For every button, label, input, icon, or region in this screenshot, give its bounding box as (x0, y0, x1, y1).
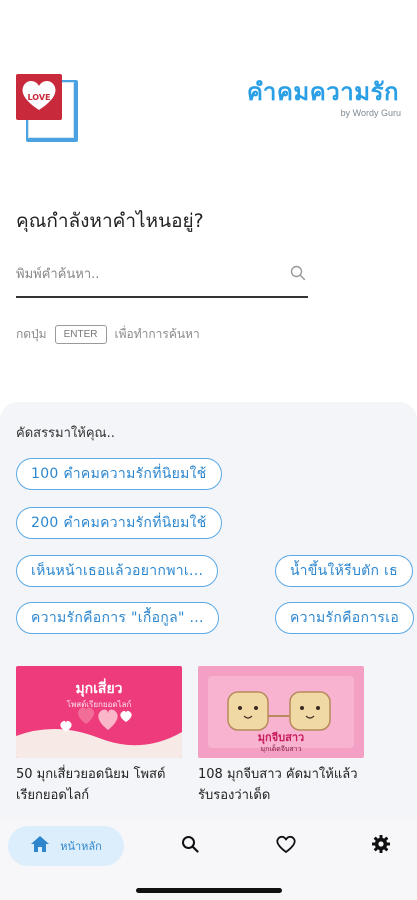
article-card-title[interactable]: 50 มุกเสี่ยวยอดนิยม โพสต์เรียกยอดไลก์ (16, 764, 182, 806)
gear-icon (371, 834, 391, 858)
article-card[interactable]: มุกจีบสาว มุกเด็ดจีบสาว 108 มุกจีบสาว คั… (198, 666, 364, 806)
heart-icon (275, 834, 297, 858)
search-question: คุณกำลังหาคำไหนอยู่? (16, 210, 204, 232)
article-card[interactable]: มุกเสี่ยว โพสต์เรียกยอดไลก์ 50 มุกเสี่ยว… (16, 666, 182, 806)
hint-suffix: เพื่อทำการค้นหา (114, 326, 200, 341)
hint-prefix: กดปุ่ม (16, 326, 47, 341)
app-title: คำคมความรัก (246, 78, 399, 106)
app-subtitle: by Wordy Guru (340, 108, 401, 118)
suggestion-chip[interactable]: เห็นหน้าเธอแล้วอยากพาเ... (16, 555, 219, 587)
nav-search[interactable] (170, 826, 210, 866)
app-header: LOVE คำคมความรัก by Wordy Guru (0, 70, 417, 150)
nav-home-label: หน้าหลัก (60, 840, 102, 853)
suggestion-chip[interactable]: 200 คำคมความรักที่นิยมใช้ (16, 507, 222, 539)
suggestion-chip[interactable]: ความรักคือการเอ (275, 602, 415, 634)
logo-love-text: LOVE (27, 93, 51, 102)
article-card-image[interactable]: มุกจีบสาว มุกเด็ดจีบสาว (198, 666, 364, 758)
card-image-subtitle: มุกเด็ดจีบสาว (260, 745, 302, 753)
nav-favorites[interactable] (266, 826, 306, 866)
article-card-title[interactable]: 108 มุกจีบสาว คัดมาให้แล้ว รับรองว่าเด็ด (198, 764, 364, 806)
article-card-image[interactable]: มุกเสี่ยว โพสต์เรียกยอดไลก์ (16, 666, 182, 758)
nav-settings[interactable] (361, 826, 401, 866)
suggestion-chip[interactable]: ความรักคือการ "เกื้อกูล" ... (16, 602, 219, 634)
suggestion-chip[interactable]: 100 คำคมความรักที่นิยมใช้ (16, 458, 222, 490)
search-input[interactable] (16, 256, 276, 292)
app-logo: LOVE (16, 74, 78, 142)
suggestion-chip[interactable]: น้ำขึ้นให้รีบตัก เธ (275, 555, 413, 587)
search-box[interactable] (16, 256, 308, 298)
enter-key-badge: ENTER (54, 324, 107, 344)
bottom-navigation: หน้าหลัก (0, 820, 417, 900)
search-hint: กดปุ่ม ENTER เพื่อทำการค้นหา (16, 322, 200, 346)
nav-home[interactable]: หน้าหลัก (8, 826, 124, 866)
logo-cover: LOVE (16, 74, 62, 120)
gesture-home-bar[interactable] (136, 888, 282, 893)
suggestions-title: คัดสรรมาให้คุณ.. (16, 426, 115, 441)
card-image-title: มุกเสี่ยว (75, 681, 123, 697)
search-icon (181, 835, 199, 857)
home-icon (30, 835, 50, 857)
search-icon[interactable] (290, 265, 306, 285)
card-image-subtitle: โพสต์เรียกยอดไลก์ (66, 700, 132, 709)
suggestions-panel: คัดสรรมาให้คุณ.. 100 คำคมความรักที่นิยมใ… (0, 402, 417, 820)
